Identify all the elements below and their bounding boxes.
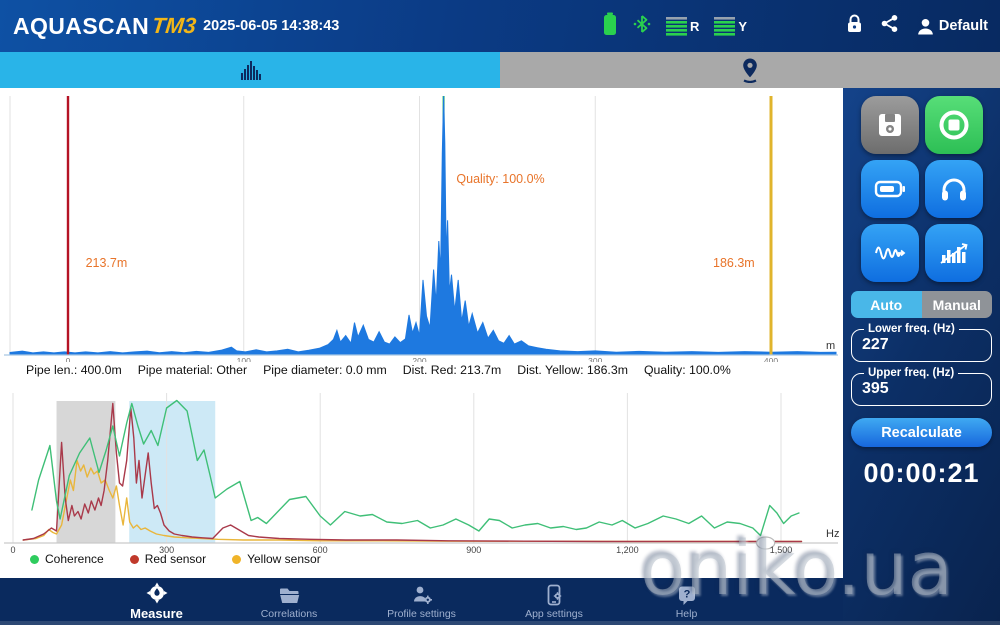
svg-text:213.7m: 213.7m	[86, 256, 128, 270]
svg-text:1,500: 1,500	[770, 545, 793, 555]
datetime-label: 2025-06-05 14:38:43	[203, 18, 340, 34]
freq-mode-toggle: Auto Manual	[851, 291, 992, 318]
app-root: AQUASCAN TM3 2025-06-05 14:38:43 R Y Def…	[0, 0, 1000, 625]
nav-label-profile-settings: Profile settings	[387, 607, 456, 620]
filter-button[interactable]	[860, 224, 919, 282]
measurement-timer: 00:00:21	[863, 458, 980, 488]
headphones-icon	[941, 178, 966, 201]
pipe-info-bar: Pipe len.: 400.0m Pipe material: Other P…	[0, 362, 843, 378]
svg-text:0: 0	[10, 545, 15, 555]
pipe-material-value: Pipe material: Other	[137, 363, 248, 377]
brand-logo: AQUASCAN	[13, 12, 150, 39]
nav-item-help[interactable]: ? Help	[622, 578, 752, 625]
wave-icon	[874, 246, 905, 260]
user-gear-icon	[413, 586, 432, 604]
svg-text:Hz: Hz	[826, 528, 839, 540]
top-bar: AQUASCAN TM3 2025-06-05 14:38:43 R Y Def…	[0, 0, 1000, 52]
signal-y-indicator: Y	[714, 16, 747, 36]
legend-item-yellow-sensor: Yellow sensor	[232, 552, 321, 566]
quality-value: Quality: 100.0%	[643, 363, 731, 377]
profile-label: Default	[938, 18, 988, 34]
home-indicator	[0, 621, 1000, 625]
histogram-icon	[241, 61, 261, 80]
stop-button[interactable]	[924, 96, 983, 154]
folder-icon	[279, 588, 299, 603]
correlation-chart[interactable]: 0 100 200 300 400 213.7m Quality: 100.0% 186.3m…	[0, 90, 843, 362]
user-icon	[918, 18, 933, 34]
bars-icon	[939, 243, 968, 264]
coherence-dot-icon	[30, 554, 39, 564]
save-button[interactable]	[860, 96, 919, 154]
profile-menu[interactable]: Default	[916, 17, 988, 36]
nav-label-measure: Measure	[130, 606, 183, 621]
recalculate-button[interactable]: Recalculate	[851, 418, 992, 447]
nav-item-measure[interactable]: Measure	[92, 578, 222, 625]
svg-text:?: ?	[683, 588, 690, 600]
legend-item-red-sensor: Red sensor	[129, 552, 206, 566]
headphones-button[interactable]	[924, 160, 983, 218]
nav-label-app-settings: App settings	[525, 607, 583, 620]
upper-freq-value[interactable]: 395	[862, 380, 981, 398]
lower-freq-label: Lower freq. (Hz)	[868, 323, 955, 335]
svg-text:0: 0	[66, 356, 71, 362]
upper-freq-field[interactable]: Upper freq. (Hz) 395	[851, 367, 992, 406]
phone-gear-icon	[547, 584, 562, 605]
spectrum-button[interactable]	[924, 224, 983, 282]
legend-item-coherence: Coherence	[30, 552, 104, 566]
distance-yellow-value: Dist. Yellow: 186.3m	[517, 363, 628, 377]
tab-location[interactable]	[500, 52, 1000, 88]
share-icon[interactable]	[880, 14, 899, 38]
coherence-chart[interactable]: 0 300 600 900 1,200 1,500Hz	[0, 381, 843, 556]
main-content: 0 100 200 300 400 213.7m Quality: 100.0% 186.3m…	[0, 88, 843, 625]
sidebar-button-grid	[843, 88, 1000, 282]
tab-bar	[0, 52, 1000, 88]
brand-suffix-logo: TM3	[150, 13, 198, 38]
signal-r-label: R	[690, 18, 700, 34]
svg-text:200: 200	[412, 356, 426, 362]
status-icons: R Y	[602, 0, 747, 52]
stop-icon	[939, 110, 968, 140]
red-sensor-dot-icon	[129, 554, 139, 564]
svg-text:Quality: 100.0%: Quality: 100.0%	[456, 172, 544, 186]
header-actions: Default	[846, 0, 988, 52]
upper-freq-label: Upper freq. (Hz)	[868, 367, 955, 379]
auto-mode-button[interactable]: Auto	[851, 291, 922, 318]
nav-item-profile-settings[interactable]: Profile settings	[357, 578, 487, 625]
bottom-navigation: Measure Correlations Profile settings Ap…	[0, 578, 843, 625]
bluetooth-icon	[633, 13, 651, 40]
floppy-icon	[878, 114, 901, 136]
tab-correlation[interactable]	[0, 52, 500, 88]
battery-icon	[874, 180, 905, 198]
svg-text:100: 100	[237, 356, 251, 362]
control-sidebar: Auto Manual Lower freq. (Hz) 227 Upper f…	[843, 88, 1000, 625]
battery-button[interactable]	[860, 160, 919, 218]
measure-icon	[146, 582, 167, 604]
pipe-diameter-value: Pipe diameter: 0.0 mm	[263, 363, 387, 377]
map-pin-icon	[743, 58, 757, 83]
svg-text:400: 400	[764, 356, 778, 362]
signal-r-indicator: R	[666, 16, 699, 36]
nav-label-help: Help	[675, 607, 698, 620]
lower-freq-value[interactable]: 227	[862, 336, 981, 354]
yellow-sensor-dot-icon	[232, 554, 242, 564]
pipe-length-value: Pipe len.: 400.0m	[26, 363, 122, 377]
nav-item-app-settings[interactable]: App settings	[489, 578, 619, 625]
distance-red-value: Dist. Red: 213.7m	[402, 363, 502, 377]
svg-text:300: 300	[588, 356, 602, 362]
svg-text:900: 900	[466, 545, 481, 555]
nav-item-correlations[interactable]: Correlations	[224, 578, 354, 625]
manual-mode-button[interactable]: Manual	[921, 291, 992, 318]
svg-text:186.3m: 186.3m	[713, 256, 755, 270]
help-bubble-icon: ?	[678, 586, 695, 605]
nav-label-correlations: Correlations	[260, 607, 318, 620]
lower-freq-field[interactable]: Lower freq. (Hz) 227	[851, 323, 992, 362]
signal-y-label: Y	[738, 18, 748, 34]
lock-icon[interactable]	[846, 13, 863, 39]
chart-legend: Coherence Red sensor Yellow sensor	[0, 552, 843, 566]
svg-text:1,200: 1,200	[616, 545, 639, 555]
svg-text:m: m	[826, 340, 835, 352]
battery-icon	[602, 11, 618, 42]
